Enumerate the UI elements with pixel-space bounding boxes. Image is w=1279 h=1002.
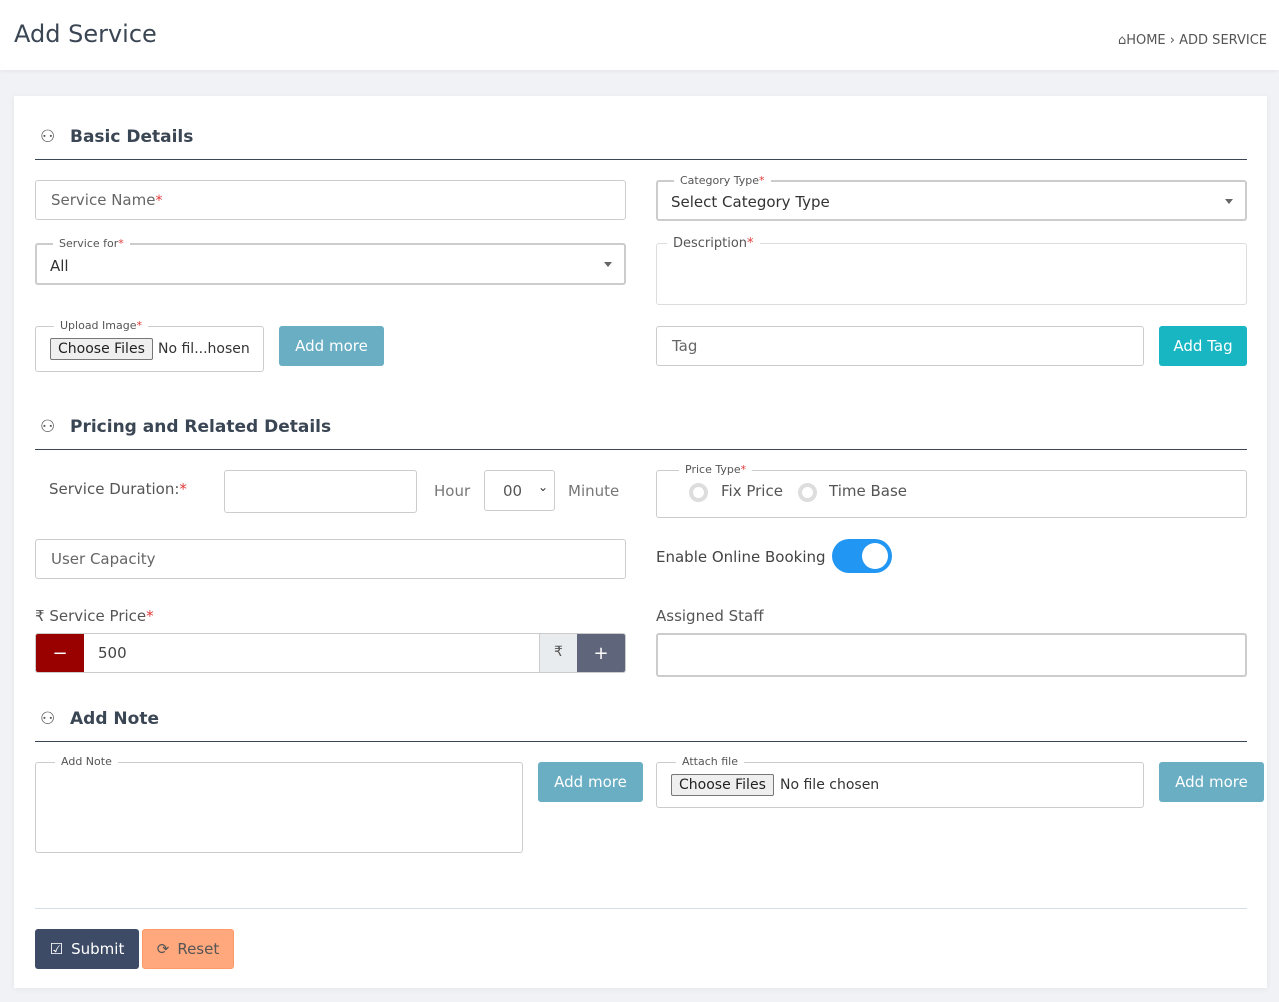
divider <box>35 159 1247 160</box>
caret-down-icon <box>604 262 612 267</box>
breadcrumb-home[interactable]: HOME <box>1126 33 1165 48</box>
add-note-textarea[interactable]: Add Note <box>35 755 523 853</box>
service-duration-label: Service Duration:* <box>49 480 187 498</box>
file-status: No file chosen <box>780 777 880 793</box>
selected-value: 00 <box>503 482 523 500</box>
submit-button[interactable]: ☑ Submit <box>35 929 139 969</box>
attach-file-field: Attach file Choose Files No file chosen <box>656 755 1144 808</box>
field-label: Category Type* <box>674 174 771 187</box>
section-add-note: ⚇ Add Note <box>40 709 159 729</box>
home-icon: ⌂ <box>1117 33 1127 48</box>
toggle-knob <box>862 543 888 569</box>
field-label: Upload Image* <box>54 319 148 332</box>
upload-image-field: Upload Image* Choose Files No fil...hose… <box>35 319 264 372</box>
breadcrumb-current: ADD SERVICE <box>1179 33 1267 48</box>
add-more-file-button[interactable]: Add more <box>1159 762 1264 802</box>
tag-input[interactable]: Tag <box>656 326 1144 366</box>
file-status: No fil...hosen <box>158 341 250 357</box>
assigned-staff-label: Assigned Staff <box>656 607 764 625</box>
online-booking-toggle[interactable] <box>832 539 892 573</box>
button-label: Submit <box>71 940 125 958</box>
online-booking-label: Enable Online Booking <box>656 548 826 566</box>
user-capacity-input[interactable]: User Capacity <box>35 539 626 579</box>
currency-addon: ₹ <box>539 634 577 672</box>
decrement-button[interactable]: − <box>36 634 84 672</box>
fix-price-label[interactable]: Fix Price <box>721 482 783 500</box>
section-pricing: ⚇ Pricing and Related Details <box>40 417 331 437</box>
section-title: Pricing and Related Details <box>70 417 332 437</box>
selected-value: All <box>50 257 69 275</box>
service-price-label: ₹ Service Price* <box>35 607 154 625</box>
time-base-radio[interactable] <box>798 483 817 502</box>
section-basic-details: ⚇ Basic Details <box>40 127 193 147</box>
duration-hour-input[interactable] <box>224 470 417 513</box>
hour-label: Hour <box>434 482 471 500</box>
page-header: Add Service ⌂HOME › ADD SERVICE <box>0 0 1279 70</box>
service-price-stepper: − 500 ₹ + <box>35 633 626 673</box>
assigned-staff-select[interactable] <box>656 633 1247 677</box>
category-type-select[interactable]: Category Type* Select Category Type <box>656 174 1247 221</box>
add-tag-button[interactable]: Add Tag <box>1159 326 1247 366</box>
section-title: Add Note <box>70 709 159 729</box>
add-more-image-button[interactable]: Add more <box>279 326 384 366</box>
reset-button[interactable]: ⟳ Reset <box>142 929 234 969</box>
time-base-label[interactable]: Time Base <box>829 482 907 500</box>
divider <box>35 908 1247 909</box>
placeholder: Service Name <box>51 191 156 209</box>
add-more-note-button[interactable]: Add more <box>538 762 643 802</box>
placeholder: Tag <box>672 337 698 355</box>
increment-button[interactable]: + <box>577 634 625 672</box>
divider <box>35 449 1247 450</box>
page-title: Add Service <box>14 20 157 48</box>
description-textarea[interactable]: Description* <box>656 236 1247 305</box>
refresh-icon: ⟳ <box>156 940 170 958</box>
button-label: Reset <box>177 940 220 958</box>
field-label: Service for* <box>53 237 130 250</box>
selected-value: Select Category Type <box>671 193 830 211</box>
checkbox-icon: ☑ <box>49 940 64 958</box>
required-mark: * <box>155 193 163 209</box>
breadcrumb: ⌂HOME › ADD SERVICE <box>1118 33 1267 48</box>
user-icon: ⚇ <box>40 709 56 729</box>
minute-label: Minute <box>568 482 620 500</box>
duration-minute-select[interactable]: 00 ⌄ <box>484 470 555 511</box>
placeholder: User Capacity <box>51 550 156 568</box>
section-title: Basic Details <box>70 127 194 147</box>
user-icon: ⚇ <box>40 127 56 147</box>
user-icon: ⚇ <box>40 417 56 437</box>
service-for-select[interactable]: Service for* All <box>35 237 626 285</box>
price-input[interactable]: 500 <box>84 634 539 672</box>
breadcrumb-separator: › <box>1169 33 1175 48</box>
chevron-down-icon: ⌄ <box>538 480 549 494</box>
service-name-input[interactable]: Service Name* <box>35 180 626 220</box>
divider <box>35 741 1247 742</box>
choose-files-button[interactable]: Choose Files <box>671 774 774 796</box>
field-label: Description* <box>667 236 760 251</box>
field-label: Attach file <box>676 755 744 768</box>
field-label: Price Type* <box>679 463 753 476</box>
caret-down-icon <box>1225 199 1233 204</box>
field-label: Add Note <box>55 755 118 768</box>
fix-price-radio[interactable] <box>689 483 708 502</box>
choose-files-button[interactable]: Choose Files <box>50 338 153 360</box>
price-type-group: Price Type* Fix Price Time Base <box>656 463 1247 518</box>
